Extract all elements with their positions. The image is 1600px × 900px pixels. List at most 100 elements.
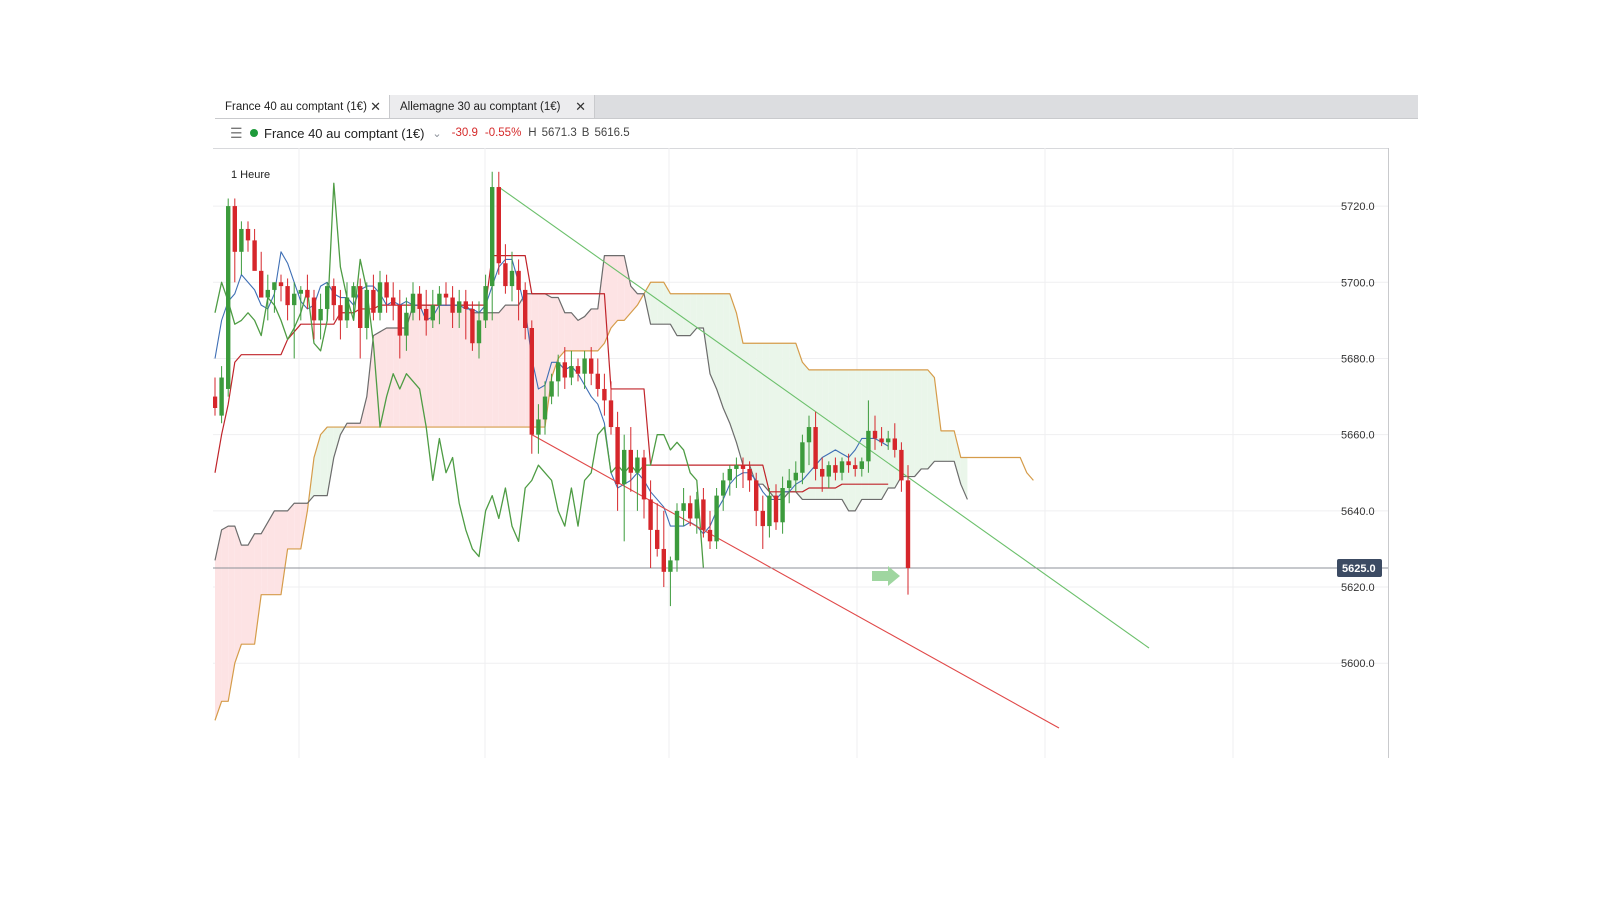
candle-body bbox=[661, 548, 666, 572]
candle-body bbox=[450, 297, 455, 313]
current-price-value: 5625.0 bbox=[1342, 563, 1376, 575]
cloud-segment-bearish bbox=[624, 255, 631, 321]
price-change-percent: -0.55% bbox=[484, 127, 522, 139]
cloud-segment-bullish bbox=[320, 427, 328, 496]
candle-body bbox=[424, 308, 429, 321]
candle-body bbox=[509, 270, 515, 287]
cloud-segment-bearish bbox=[564, 312, 572, 351]
candle-bearish bbox=[602, 373, 607, 416]
candle-bullish bbox=[767, 488, 772, 538]
candle-body bbox=[615, 427, 620, 485]
candle-body bbox=[655, 529, 660, 549]
candle-body bbox=[351, 286, 356, 298]
cloud-segment-bullish bbox=[736, 312, 743, 466]
candle-body bbox=[219, 377, 224, 416]
price-chart-svg[interactable]: 5600.0 5620.0 5640.0 5660.0 5680.0 5700.0 5720… bbox=[212, 148, 1420, 758]
candle-bearish bbox=[232, 198, 237, 283]
cloud-segment-bullish bbox=[848, 369, 856, 511]
y-tick-label: 5720.0 bbox=[1341, 201, 1375, 213]
candle-body bbox=[773, 495, 779, 523]
market-status-dot bbox=[250, 129, 258, 137]
candle-bearish bbox=[331, 278, 336, 321]
candle-bearish bbox=[384, 274, 389, 313]
candle-body bbox=[754, 480, 759, 511]
cloud-segment-bearish bbox=[426, 305, 433, 428]
candle-bullish bbox=[635, 449, 640, 511]
candle-body bbox=[305, 289, 310, 298]
hamburger-menu-icon[interactable]: ☰ bbox=[230, 126, 243, 140]
candle-body bbox=[437, 293, 442, 306]
y-tick-label: 5600.0 bbox=[1341, 658, 1375, 670]
price-chart[interactable]: 5600.0 5620.0 5640.0 5660.0 5680.0 5700.0 5720… bbox=[212, 148, 1420, 758]
cloud-segment-bearish bbox=[413, 305, 420, 428]
candle-body bbox=[681, 503, 686, 511]
candle-body bbox=[668, 560, 673, 572]
candle-body bbox=[793, 472, 798, 481]
candle-body bbox=[721, 480, 726, 496]
candle-body bbox=[826, 465, 831, 477]
tab-france-40[interactable]: France 40 au comptant (1€) ✕ bbox=[215, 95, 390, 118]
candle-bullish bbox=[490, 171, 495, 321]
candle-body bbox=[787, 480, 792, 488]
candle-bullish bbox=[325, 282, 330, 321]
cloud-segment-bearish bbox=[459, 305, 466, 428]
candle-body bbox=[344, 297, 350, 321]
cloud-segment-bullish bbox=[927, 369, 935, 469]
cloud-segment-bullish bbox=[789, 343, 796, 492]
instrument-name[interactable]: France 40 au comptant (1€) bbox=[264, 126, 424, 141]
candle-body bbox=[694, 499, 699, 519]
close-tab-icon[interactable]: ✕ bbox=[575, 99, 586, 115]
candle-bearish bbox=[701, 488, 706, 538]
cloud-segment-bullish bbox=[908, 369, 915, 477]
candle-body bbox=[760, 510, 765, 527]
candle-body bbox=[740, 465, 746, 469]
candle-bearish bbox=[615, 411, 620, 511]
candle-bullish bbox=[364, 282, 369, 340]
cloud-segment-bullish bbox=[683, 293, 691, 336]
cloud-segment-bearish bbox=[498, 305, 506, 428]
candle-bullish bbox=[721, 472, 726, 511]
candle-body bbox=[562, 362, 567, 378]
candle-bearish bbox=[259, 251, 264, 298]
cloud-segment-bearish bbox=[505, 305, 512, 428]
instrument-info-bar: ☰ France 40 au comptant (1€) ⌄ -30.9 -0.… bbox=[215, 122, 1418, 144]
candle-body bbox=[820, 468, 825, 477]
timeframe-label: 1 Heure bbox=[231, 169, 270, 181]
y-tick-label: 5620.0 bbox=[1341, 582, 1375, 594]
close-tab-icon[interactable]: ✕ bbox=[370, 99, 381, 115]
candle-bearish bbox=[595, 358, 600, 397]
candle-bearish bbox=[212, 377, 218, 416]
candle-body bbox=[516, 270, 521, 290]
y-axis: 5600.0 5620.0 5640.0 5660.0 5680.0 5700.0 5720… bbox=[1337, 201, 1382, 670]
candle-bullish bbox=[569, 350, 574, 386]
cloud-segment-bullish bbox=[842, 369, 849, 511]
cloud-segment-bearish bbox=[558, 297, 565, 359]
candle-body bbox=[404, 312, 409, 336]
candle-body bbox=[358, 286, 363, 328]
cloud-segment-bullish bbox=[822, 369, 829, 500]
candle-bullish bbox=[265, 274, 270, 321]
candle-bearish bbox=[661, 510, 666, 588]
cloud-segment-bearish bbox=[241, 545, 248, 645]
cloud-segment-bullish bbox=[723, 293, 730, 424]
candle-bearish bbox=[371, 274, 376, 321]
candle-body bbox=[556, 362, 561, 382]
candle-body bbox=[688, 503, 693, 519]
candle-body bbox=[635, 457, 640, 473]
cloud-segment-bearish bbox=[294, 503, 301, 549]
candle-bullish bbox=[734, 457, 739, 488]
candle-body bbox=[866, 430, 871, 462]
cloud-segment-bullish bbox=[314, 434, 321, 496]
candle-bearish bbox=[905, 465, 911, 595]
candle-body bbox=[463, 301, 468, 309]
candle-body bbox=[285, 286, 290, 306]
chevron-down-icon[interactable]: ⌄ bbox=[432, 127, 441, 140]
candle-body bbox=[496, 187, 501, 264]
candle-body bbox=[338, 305, 343, 321]
candle-bearish bbox=[628, 427, 633, 492]
candle-body bbox=[470, 308, 475, 344]
candle-body bbox=[872, 430, 878, 439]
cloud-segment-bearish bbox=[267, 510, 275, 595]
candle-body bbox=[549, 381, 554, 397]
tab-allemagne-30[interactable]: Allemagne 30 au comptant (1€) ✕ bbox=[390, 95, 595, 118]
